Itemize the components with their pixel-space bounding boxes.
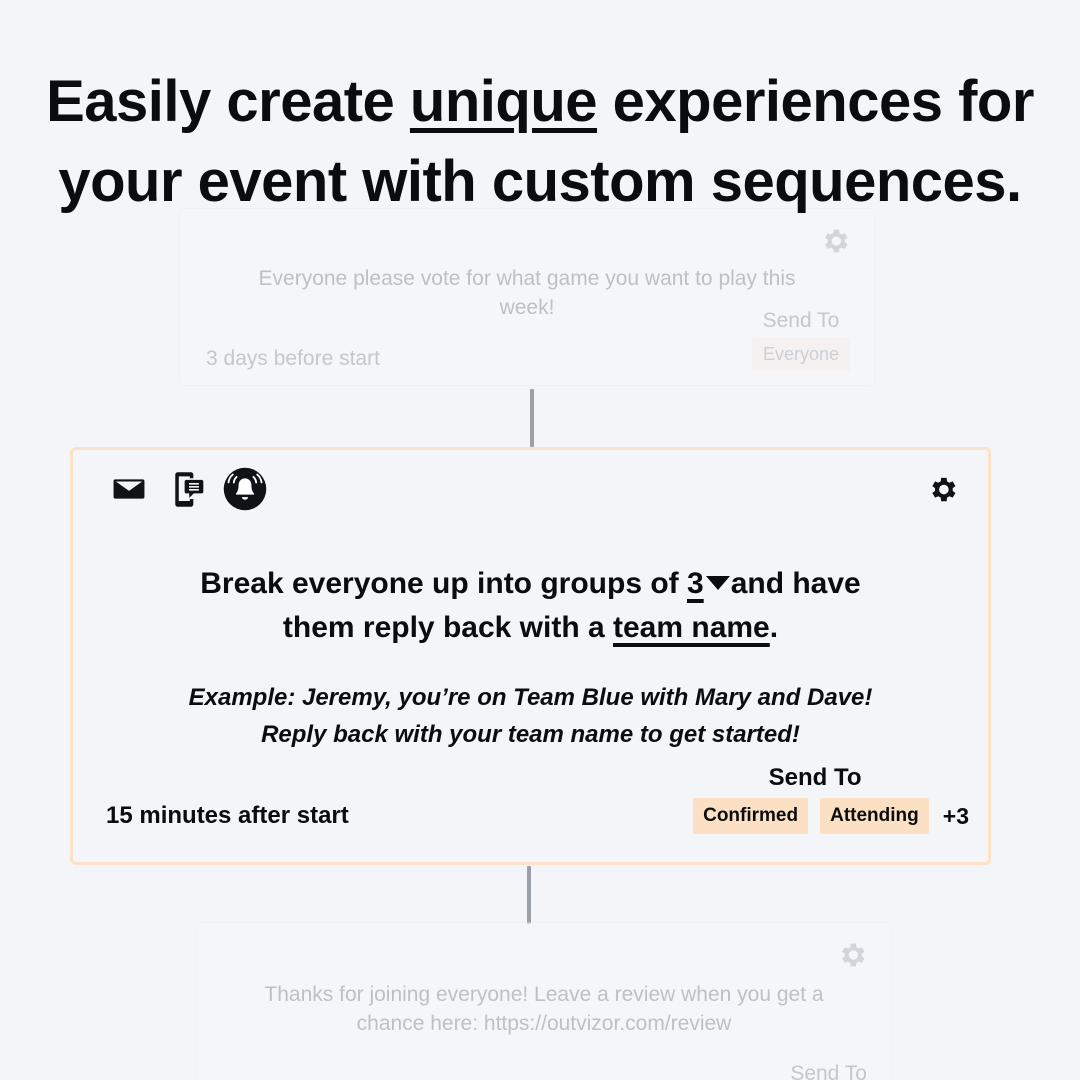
send-to-group: Send To bbox=[790, 1062, 867, 1080]
recipient-tag-attending[interactable]: Attending bbox=[820, 798, 929, 834]
channel-icon-row bbox=[107, 467, 267, 511]
group-size-value: 3 bbox=[687, 567, 704, 600]
gear-icon[interactable] bbox=[836, 939, 868, 971]
sequence-step-card-2-active[interactable]: Break everyone up into groups of 3 and ha… bbox=[70, 447, 991, 865]
chevron-down-icon bbox=[705, 576, 730, 590]
message-part-3: . bbox=[769, 611, 779, 645]
step-connector-line bbox=[530, 389, 534, 447]
step-example-text: Example: Jeremy, you’re on Team Blue wit… bbox=[188, 684, 873, 748]
push-notification-icon[interactable] bbox=[223, 467, 267, 511]
recipient-tag[interactable]: Everyone bbox=[751, 338, 850, 371]
step-message-text: Break everyone up into groups of 3 and ha… bbox=[73, 562, 988, 650]
send-to-group: Send To Everyone bbox=[751, 309, 850, 371]
step-connector-line bbox=[527, 866, 531, 924]
sequence-step-card-1[interactable]: Everyone please vote for what game you w… bbox=[179, 208, 875, 386]
recipient-tag-confirmed[interactable]: Confirmed bbox=[693, 798, 809, 834]
send-to-group: Send To Confirmed Attending +3 bbox=[693, 764, 973, 834]
send-to-label: Send To bbox=[768, 764, 862, 791]
group-size-dropdown[interactable]: 3 bbox=[687, 567, 731, 600]
step-message-text: Thanks for joining everyone! Leave a rev… bbox=[264, 983, 824, 1035]
sequence-builder: Everyone please vote for what game you w… bbox=[0, 0, 1080, 1080]
sequence-step-card-3[interactable]: Thanks for joining everyone! Leave a rev… bbox=[196, 922, 892, 1080]
gear-icon[interactable] bbox=[819, 225, 851, 257]
send-to-label: Send To bbox=[790, 1062, 867, 1080]
step-footer: 15 minutes after start Send To Confirmed… bbox=[106, 764, 973, 834]
team-name-field[interactable]: team name bbox=[613, 611, 770, 644]
sms-icon[interactable] bbox=[165, 467, 209, 511]
step-footer: Send To bbox=[223, 1062, 867, 1080]
recipient-tag-list: Confirmed Attending +3 bbox=[693, 798, 973, 834]
email-icon[interactable] bbox=[107, 467, 151, 511]
send-to-label: Send To bbox=[762, 309, 840, 332]
message-part-1: Break everyone up into groups of bbox=[200, 567, 687, 600]
step-footer: 3 days before start Send To Everyone bbox=[206, 309, 850, 371]
recipient-overflow-count[interactable]: +3 bbox=[941, 803, 973, 830]
step-timing[interactable]: 3 days before start bbox=[206, 347, 380, 371]
step-timing[interactable]: 15 minutes after start bbox=[106, 802, 349, 834]
gear-icon[interactable] bbox=[926, 473, 959, 506]
